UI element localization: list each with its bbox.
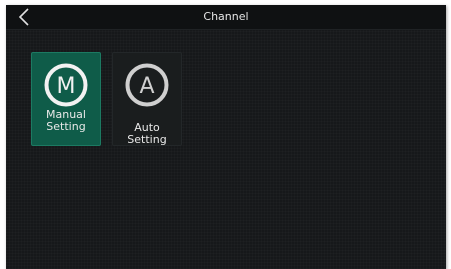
auto-a-icon: A bbox=[125, 63, 169, 107]
manual-m-icon: M bbox=[44, 63, 88, 107]
auto-setting-button[interactable]: A Auto Setting bbox=[112, 52, 182, 146]
svg-text:M: M bbox=[57, 74, 76, 99]
auto-setting-label: Auto Setting bbox=[127, 121, 167, 146]
channel-screen: Channel M Manual Setting A Auto Setting bbox=[6, 5, 446, 269]
page-title: Channel bbox=[203, 10, 249, 23]
manual-setting-label: Manual Setting bbox=[46, 108, 86, 133]
manual-setting-button[interactable]: M Manual Setting bbox=[31, 52, 101, 146]
svg-text:A: A bbox=[139, 74, 154, 99]
top-bar: Channel bbox=[6, 5, 446, 30]
